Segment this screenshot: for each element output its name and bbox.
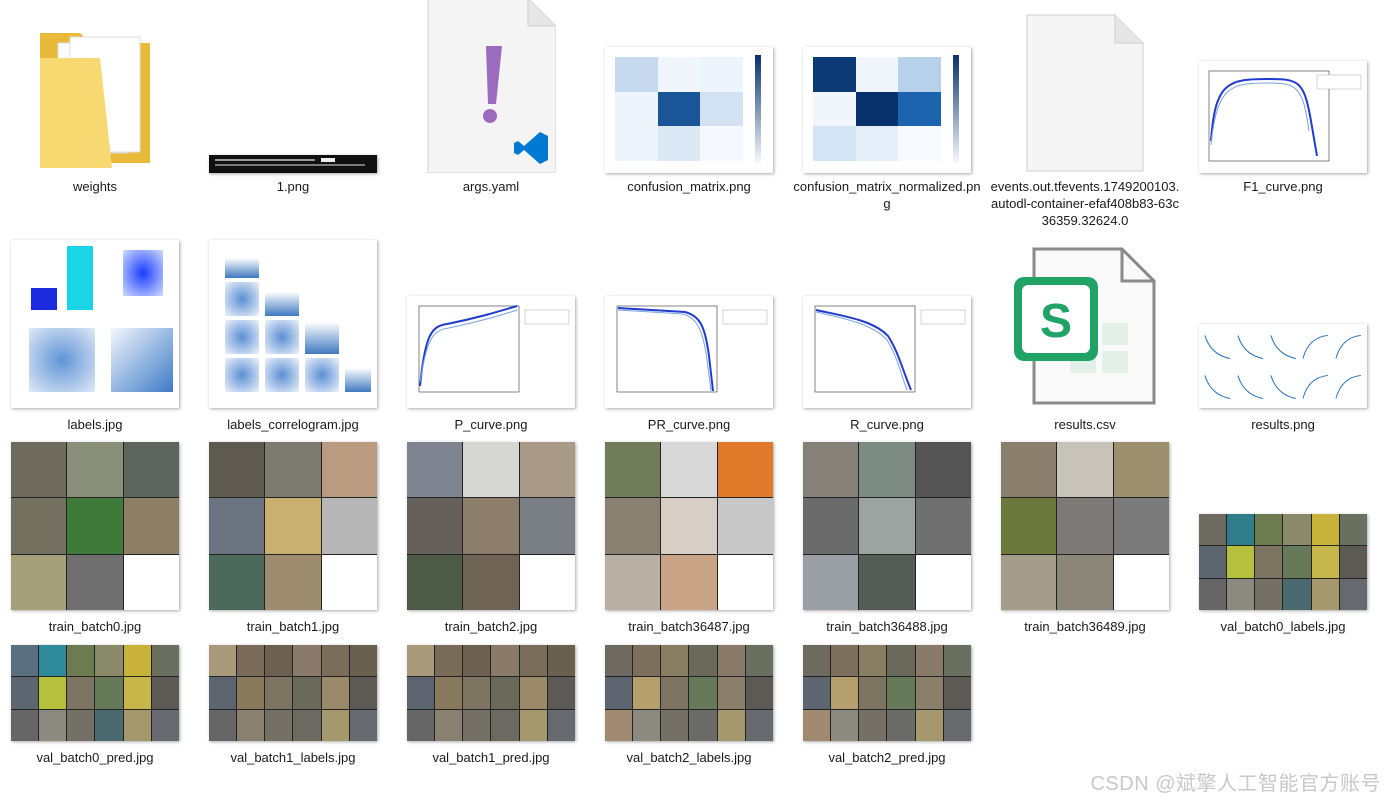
file-label: val_batch2_labels.jpg (626, 750, 752, 765)
image-thumbnail (198, 8, 388, 173)
file-label: val_batch1_pred.jpg (432, 750, 550, 765)
csdn-watermark: CSDN @斌擎人工智能官方账号 (1090, 773, 1381, 795)
file-item-train-batch0[interactable]: train_batch0.jpg (0, 442, 190, 638)
file-item-f1-curve[interactable]: F1_curve.png (1188, 8, 1378, 208)
file-item-val-batch0-pred[interactable]: val_batch0_pred.jpg (0, 645, 190, 775)
image-thumbnail (396, 240, 586, 408)
file-label: 1.png (276, 179, 310, 194)
file-label: args.yaml (462, 179, 520, 194)
file-item-labels[interactable]: labels.jpg (0, 240, 190, 440)
file-item-r-curve[interactable]: R_curve.png (792, 240, 982, 440)
image-thumbnail (594, 8, 784, 173)
file-item-weights[interactable]: weights (0, 8, 190, 208)
file-item-val-batch2-labels[interactable]: val_batch2_labels.jpg (594, 645, 784, 775)
image-thumbnail (792, 8, 982, 173)
file-item-train-batch36487[interactable]: train_batch36487.jpg (594, 442, 784, 638)
file-label: labels.jpg (67, 417, 123, 432)
image-thumbnail (0, 240, 190, 408)
file-label: labels_correlogram.jpg (227, 417, 359, 432)
image-thumbnail (792, 442, 982, 610)
file-label: train_batch2.jpg (444, 619, 538, 634)
image-thumbnail (594, 442, 784, 610)
image-thumbnail (0, 442, 190, 610)
file-item-val-batch1-labels[interactable]: val_batch1_labels.jpg (198, 645, 388, 775)
file-label: P_curve.png (454, 417, 528, 432)
image-thumbnail (1188, 442, 1378, 610)
spreadsheet-file-icon: S (990, 240, 1180, 408)
image-thumbnail (396, 645, 586, 741)
image-thumbnail (1188, 240, 1378, 408)
file-item-p-curve[interactable]: P_curve.png (396, 240, 586, 440)
file-item-labels-correlogram[interactable]: labels_correlogram.jpg (198, 240, 388, 440)
file-label: confusion_matrix_normalized.png (793, 179, 981, 211)
file-label: train_batch36487.jpg (628, 619, 750, 634)
file-label: train_batch0.jpg (48, 619, 142, 634)
image-thumbnail (0, 645, 190, 741)
file-item-val-batch0-labels[interactable]: val_batch0_labels.jpg (1188, 442, 1378, 638)
file-label: val_batch0_pred.jpg (36, 750, 154, 765)
image-thumbnail (792, 645, 982, 741)
file-label: F1_curve.png (1243, 179, 1323, 194)
file-item-1-png[interactable]: 1.png (198, 8, 388, 208)
file-label: train_batch36488.jpg (826, 619, 948, 634)
file-item-events[interactable]: events.out.tfevents.1749200103.autodl-co… (990, 8, 1180, 238)
file-item-pr-curve[interactable]: PR_curve.png (594, 240, 784, 440)
file-item-results-csv[interactable]: S results.csv (990, 240, 1180, 440)
file-item-results-png[interactable]: results.png (1188, 240, 1378, 440)
file-label: train_batch36489.jpg (1024, 619, 1146, 634)
file-label: events.out.tfevents.1749200103.autodl-co… (990, 179, 1180, 228)
image-thumbnail (198, 442, 388, 610)
svg-text:S: S (1040, 295, 1072, 348)
image-thumbnail (198, 240, 388, 408)
image-thumbnail (594, 645, 784, 741)
image-thumbnail (1188, 8, 1378, 173)
file-item-train-batch2[interactable]: train_batch2.jpg (396, 442, 586, 638)
file-label: train_batch1.jpg (246, 619, 340, 634)
file-item-confusion-matrix[interactable]: confusion_matrix.png (594, 8, 784, 208)
file-item-train-batch1[interactable]: train_batch1.jpg (198, 442, 388, 638)
file-item-val-batch2-pred[interactable]: val_batch2_pred.jpg (792, 645, 982, 775)
file-label: results.csv (1054, 417, 1116, 432)
file-label: val_batch0_labels.jpg (1220, 619, 1346, 634)
yaml-file-icon (396, 0, 586, 173)
image-thumbnail (594, 240, 784, 408)
folder-icon (0, 8, 190, 173)
file-label: PR_curve.png (647, 417, 731, 432)
file-label: confusion_matrix.png (627, 179, 751, 194)
file-label: R_curve.png (850, 417, 924, 432)
file-item-confusion-matrix-normalized[interactable]: confusion_matrix_normalized.png (792, 8, 982, 211)
file-label: weights (72, 179, 118, 194)
generic-file-icon (990, 8, 1180, 173)
file-label: val_batch1_labels.jpg (230, 750, 356, 765)
file-label: val_batch2_pred.jpg (828, 750, 946, 765)
image-thumbnail (990, 442, 1180, 610)
file-item-train-batch36489[interactable]: train_batch36489.jpg (990, 442, 1180, 638)
image-thumbnail (792, 240, 982, 408)
image-thumbnail (396, 442, 586, 610)
image-thumbnail (198, 645, 388, 741)
file-item-train-batch36488[interactable]: train_batch36488.jpg (792, 442, 982, 638)
file-label: results.png (1251, 417, 1315, 432)
file-item-args-yaml[interactable]: args.yaml (396, 0, 586, 208)
file-item-val-batch1-pred[interactable]: val_batch1_pred.jpg (396, 645, 586, 775)
